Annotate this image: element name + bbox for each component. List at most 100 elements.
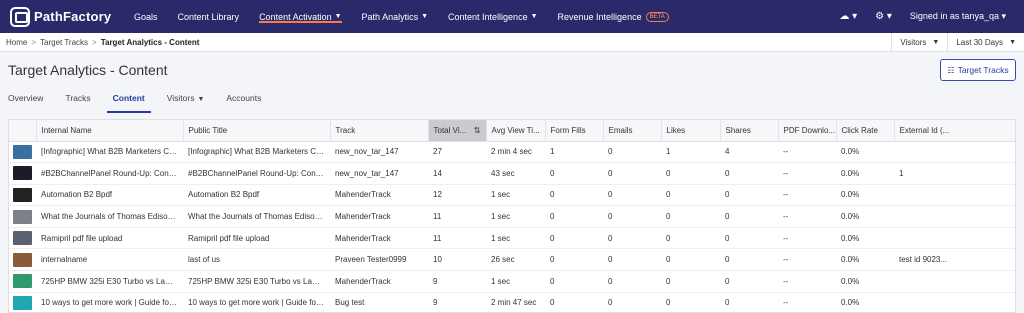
chevron-down-icon: ▼ xyxy=(421,13,429,20)
thumbnail-cell xyxy=(9,270,36,293)
top-nav: PathFactory Goals Content Library Content … xyxy=(0,0,1024,33)
table-cell: -- xyxy=(778,270,836,293)
table-cell: -- xyxy=(778,292,836,312)
table-cell: 0.0% xyxy=(836,292,894,312)
nav-item-goals[interactable]: Goals xyxy=(134,0,158,33)
tab-label: Overview xyxy=(8,93,44,103)
table-cell: MahenderTrack xyxy=(330,270,428,293)
table-row[interactable]: Automation B2 Bpdf Automation B2 Bpdf Mahe… xyxy=(9,184,1015,207)
column-header-label: Public Title xyxy=(188,125,228,135)
content-thumbnail xyxy=(13,144,32,159)
table-cell: last of us xyxy=(183,248,330,272)
table-row[interactable]: internalname last of us Praveen Tester0999… xyxy=(9,248,1015,272)
column-header-thumbnail[interactable] xyxy=(9,120,37,142)
table-cell: 0 xyxy=(661,227,720,250)
tab-accounts[interactable]: Accounts xyxy=(226,93,261,113)
visitors-filter[interactable]: Visitors ▼ xyxy=(891,33,947,52)
tab-overview[interactable]: Overview xyxy=(8,93,43,113)
table-cell: 0 xyxy=(720,248,778,272)
table-cell xyxy=(894,270,1015,293)
table-body: [Infographic] What B2B Marketers Ca... [I… xyxy=(9,141,1015,312)
column-header-form-fills[interactable]: Form Fills xyxy=(545,120,604,142)
column-header-track[interactable]: Track xyxy=(330,120,429,142)
table-cell: 43 sec xyxy=(486,162,545,185)
column-header-total-vi[interactable]: Total Vi... ⇅ xyxy=(428,120,487,142)
breadcrumb-target-tracks[interactable]: Target Tracks xyxy=(40,38,88,47)
nav-item-label: Path Analytics xyxy=(361,11,419,22)
table-row[interactable]: What the Journals of Thomas Edison... Wha… xyxy=(9,205,1015,228)
table-cell xyxy=(894,141,1015,164)
page-title: Target Analytics - Content xyxy=(8,62,168,78)
table-cell: 0 xyxy=(545,270,603,293)
tab-tracks[interactable]: Tracks xyxy=(65,93,90,113)
table-cell: 0 xyxy=(661,184,720,207)
gear-icon[interactable]: ⚙ ▾ xyxy=(875,11,892,22)
chevron-down-icon: ▼ xyxy=(334,13,342,20)
nav-item-content-activation[interactable]: Content Activation ▼ xyxy=(259,0,343,33)
table-cell: -- xyxy=(778,184,836,207)
table-cell: 0 xyxy=(545,184,603,207)
nav-menu: Goals Content Library Content Activation ▼ P… xyxy=(122,0,669,33)
nav-item-content-intelligence[interactable]: Content Intelligence ▼ xyxy=(448,0,538,33)
breadcrumb-home[interactable]: Home xyxy=(6,38,27,47)
column-header-external-id[interactable]: External Id (... xyxy=(894,120,1015,142)
table-cell: Automation B2 Bpdf xyxy=(183,184,330,207)
nav-item-path-analytics[interactable]: Path Analytics ▼ xyxy=(362,0,428,33)
column-header-click-rate[interactable]: Click Rate xyxy=(836,120,895,142)
table-cell: 11 xyxy=(428,227,486,250)
table-row[interactable]: #B2BChannelPanel Round-Up: Conte... #B2BC… xyxy=(9,162,1015,185)
column-header-avg-view-ti[interactable]: Avg View Ti... xyxy=(486,120,546,142)
table-cell: 9 xyxy=(428,270,486,293)
table-row[interactable]: 725HP BMW 325i E30 Turbo vs Lam... 725HP … xyxy=(9,270,1015,293)
table-cell: 0 xyxy=(603,292,661,312)
nav-item-content-library[interactable]: Content Library xyxy=(178,0,240,33)
column-header-internal-name[interactable]: Internal Name xyxy=(36,120,184,142)
column-header-label: Emails xyxy=(608,125,633,135)
tab-label: Accounts xyxy=(226,93,262,103)
tab-visitors[interactable]: Visitors ▼ xyxy=(167,93,205,113)
table-cell: new_nov_tar_147 xyxy=(330,162,428,185)
table-cell: 0 xyxy=(661,205,720,228)
sort-descending-icon[interactable]: ⇅ xyxy=(474,126,481,135)
table-cell: 0 xyxy=(661,270,720,293)
table-cell: -- xyxy=(778,141,836,164)
content-thumbnail xyxy=(13,187,32,202)
table-cell: 14 xyxy=(428,162,486,185)
table-cell: 11 xyxy=(428,205,486,228)
table-cell: 1 xyxy=(894,162,1015,185)
cloud-upload-icon[interactable]: ☁ ▾ xyxy=(839,11,857,22)
thumbnail-cell xyxy=(9,184,36,207)
table-cell: 1 xyxy=(661,141,720,164)
table-row[interactable]: [Infographic] What B2B Marketers Ca... [I… xyxy=(9,141,1015,164)
content-thumbnail xyxy=(13,231,32,246)
target-tracks-button[interactable]: ☷ Target Tracks xyxy=(940,59,1016,81)
column-header-pdf-downlo[interactable]: PDF Downlo... xyxy=(778,120,837,142)
table-cell: 26 sec xyxy=(486,248,545,272)
column-header-likes[interactable]: Likes xyxy=(661,120,721,142)
column-header-public-title[interactable]: Public Title xyxy=(183,120,331,142)
table-cell: 1 sec xyxy=(486,205,545,228)
nav-item-label: Content Activation xyxy=(259,11,332,22)
column-header-emails[interactable]: Emails xyxy=(603,120,662,142)
nav-item-revenue-intelligence[interactable]: Revenue Intelligence BETA xyxy=(558,0,669,33)
date-range-filter[interactable]: Last 30 Days ▼ xyxy=(947,33,1024,52)
table-cell: 0 xyxy=(545,248,603,272)
user-menu[interactable]: Signed in as tanya_qa ▾ xyxy=(910,11,1006,22)
table-cell: 0 xyxy=(545,162,603,185)
table-cell: 1 sec xyxy=(486,270,545,293)
table-row[interactable]: Ramipril pdf file upload Ramipril pdf fil… xyxy=(9,227,1015,250)
tab-content[interactable]: Content xyxy=(106,93,151,113)
table-cell: 725HP BMW 325i E30 Turbo vs Lam... xyxy=(183,270,330,293)
column-header-shares[interactable]: Shares xyxy=(720,120,779,142)
table-cell: 0 xyxy=(720,292,778,312)
table-cell: Praveen Tester0999 xyxy=(330,248,428,272)
nav-item-label: Content Intelligence xyxy=(448,11,528,22)
table-cell: 0 xyxy=(603,248,661,272)
brand-logo[interactable]: PathFactory xyxy=(10,6,122,27)
table-row[interactable]: 10 ways to get more work | Guide for ...… xyxy=(9,292,1015,312)
table-cell: 4 xyxy=(720,141,778,164)
tab-label: Tracks xyxy=(65,93,91,103)
target-tracks-button-label: Target Tracks xyxy=(957,65,1009,75)
content-thumbnail xyxy=(13,252,32,267)
content-table: Internal Name Public Title Track Total Vi..… xyxy=(8,119,1016,313)
